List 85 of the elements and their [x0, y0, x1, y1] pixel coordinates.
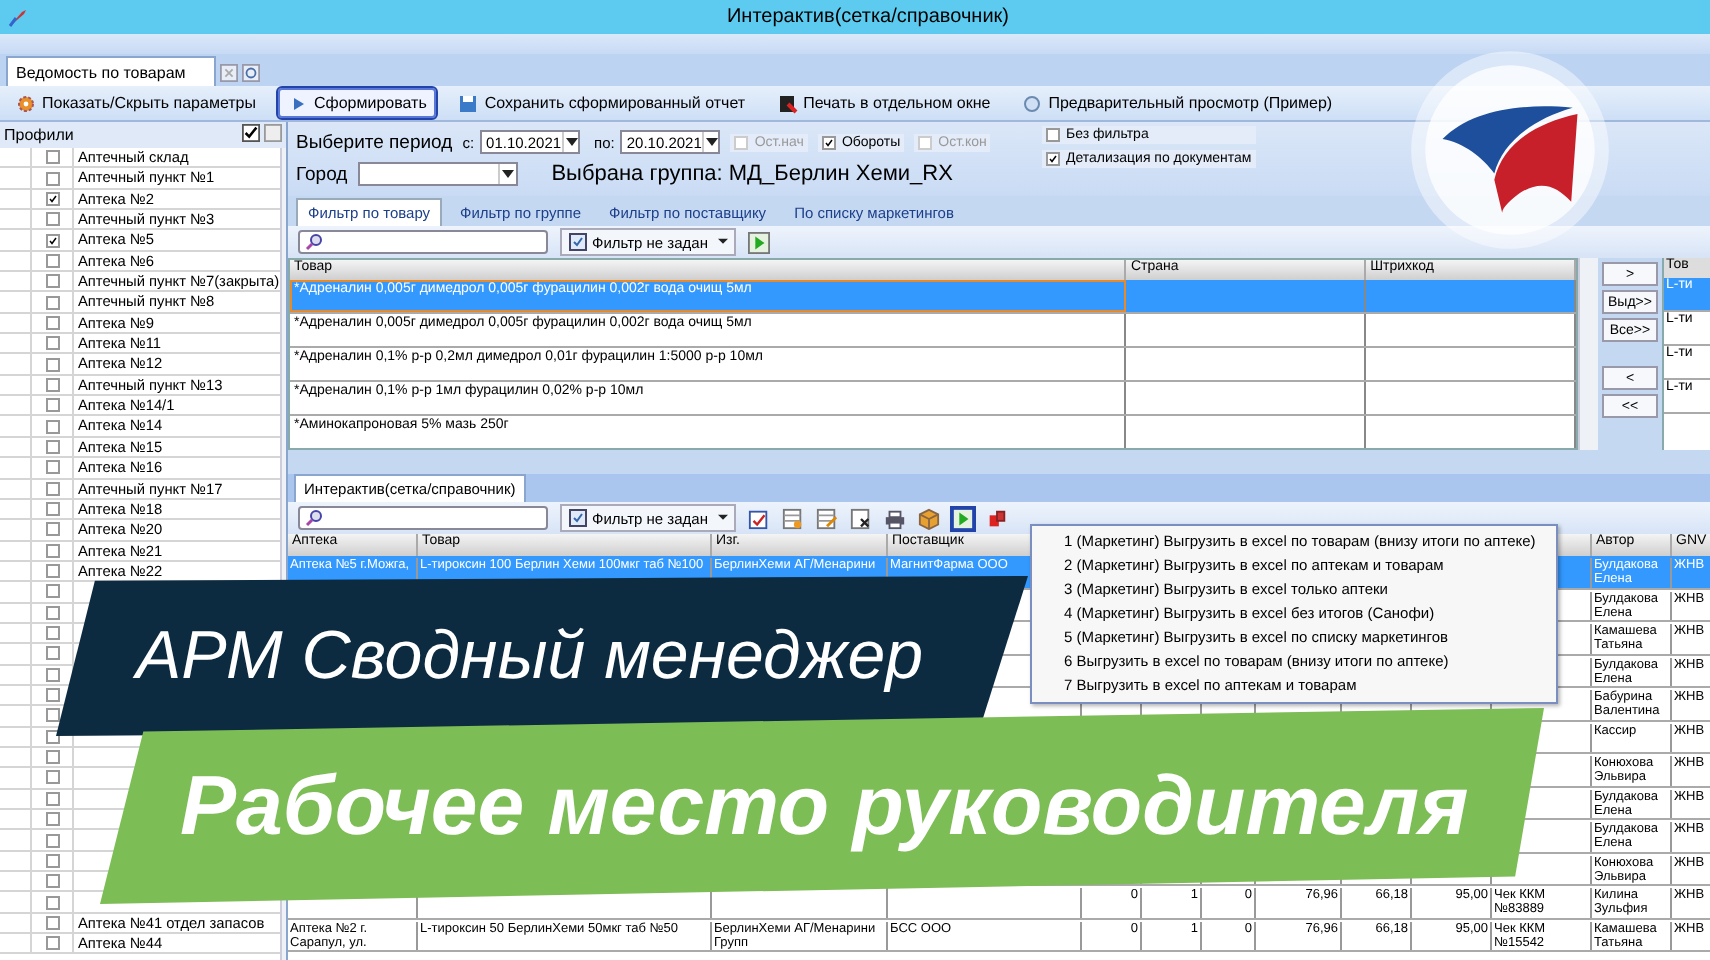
checkbox[interactable]: [45, 646, 59, 661]
checkbox[interactable]: [45, 750, 59, 765]
checkbox[interactable]: [45, 150, 59, 165]
table-edit-icon[interactable]: [815, 507, 838, 529]
toolbar-button[interactable]: Печать в отдельном окне: [767, 88, 1001, 118]
checkbox[interactable]: [45, 853, 59, 868]
dropdown-arrow-icon: [497, 164, 516, 184]
checkbox[interactable]: [45, 315, 59, 330]
checkbox[interactable]: [45, 833, 59, 848]
checkbox[interactable]: [45, 626, 59, 641]
checkbox[interactable]: [45, 171, 59, 186]
close-icon[interactable]: [219, 64, 238, 82]
checkbox[interactable]: [45, 770, 59, 785]
cubes-icon[interactable]: [985, 507, 1008, 529]
play-icon[interactable]: [747, 231, 770, 253]
checkmark-icon: [823, 137, 834, 147]
checkbox[interactable]: [45, 667, 59, 682]
app-icon: [8, 7, 28, 27]
scrollbar[interactable]: [1578, 258, 1598, 450]
checkbox[interactable]: [45, 419, 59, 434]
period-label: Выберите период: [296, 131, 453, 153]
calendar-icon[interactable]: [747, 507, 770, 529]
search-icon: [304, 232, 324, 252]
dropdown-arrow-icon[interactable]: [561, 132, 580, 152]
checkbox[interactable]: [45, 584, 59, 599]
checkbox[interactable]: [45, 502, 59, 517]
checkbox[interactable]: [45, 688, 59, 703]
new-tab-icon[interactable]: [241, 64, 260, 82]
checkbox[interactable]: [45, 336, 59, 351]
table-delete-icon[interactable]: [849, 507, 872, 529]
checkbox[interactable]: [45, 812, 59, 827]
toolbar-button[interactable]: Показать/Скрыть параметры: [6, 88, 266, 118]
search-field[interactable]: [298, 506, 548, 530]
checkbox[interactable]: [45, 936, 59, 951]
checkbox[interactable]: [45, 460, 59, 475]
checkbox[interactable]: [45, 915, 59, 930]
cube-icon[interactable]: [917, 507, 940, 529]
filter-icon: [568, 232, 588, 252]
checkbox[interactable]: [45, 522, 59, 537]
search-field[interactable]: [298, 230, 548, 254]
table-icon[interactable]: [781, 507, 804, 529]
dropdown-arrow-icon[interactable]: [701, 132, 720, 152]
checkbox[interactable]: [45, 398, 59, 413]
toolbar-button[interactable]: Сформировать: [278, 88, 437, 118]
checkbox[interactable]: [45, 895, 59, 910]
checkbox[interactable]: [45, 377, 59, 392]
checkmark-icon: [47, 193, 57, 204]
checkbox[interactable]: [45, 253, 59, 268]
panel-title: Профили: [4, 126, 76, 144]
filter-icon: [568, 508, 588, 528]
caret-icon: [717, 514, 728, 522]
print-icon[interactable]: [883, 507, 906, 529]
city-dropdown[interactable]: [357, 162, 518, 186]
play-icon: [288, 93, 308, 113]
uncheck-all-icon[interactable]: [264, 124, 282, 142]
checkbox[interactable]: [45, 729, 59, 744]
checkbox[interactable]: [45, 708, 59, 723]
checkmark-icon: [1048, 154, 1058, 164]
document-tab[interactable]: Ведомость по товарам: [6, 56, 216, 86]
gear-icon: [16, 93, 36, 113]
play-icon[interactable]: [951, 507, 974, 529]
toolbar-button[interactable]: Сохранить сформированный отчет: [448, 88, 756, 118]
window-title: Интерактив(сетка/справочник): [724, 6, 1011, 28]
checkbox[interactable]: [45, 212, 59, 227]
checkbox[interactable]: [45, 191, 59, 206]
checkbox[interactable]: [45, 481, 59, 496]
search-icon: [304, 508, 324, 528]
checkbox[interactable]: [45, 791, 59, 806]
checkbox[interactable]: [45, 274, 59, 289]
checkbox[interactable]: [45, 874, 59, 889]
group-label: Выбрана группа: МД_Берлин Хеми_RX: [551, 162, 953, 186]
checkbox[interactable]: [45, 439, 59, 454]
checkbox[interactable]: [45, 605, 59, 620]
checkbox[interactable]: [45, 543, 59, 558]
report-icon: [777, 93, 798, 113]
check-all-icon[interactable]: [242, 124, 260, 142]
checkbox[interactable]: [45, 564, 59, 579]
checkbox[interactable]: [45, 357, 59, 372]
caret-icon: [717, 238, 728, 246]
checkbox[interactable]: [45, 233, 59, 248]
checkbox[interactable]: [45, 295, 59, 310]
city-label: Город: [296, 163, 348, 185]
toolbar-button[interactable]: Предварительный просмотр (Пример): [1012, 88, 1343, 118]
preview-icon: [1022, 93, 1043, 113]
checkmark-icon: [47, 235, 57, 246]
